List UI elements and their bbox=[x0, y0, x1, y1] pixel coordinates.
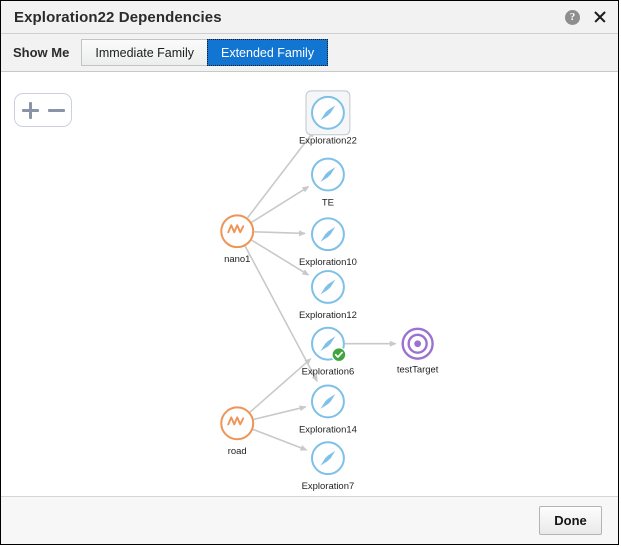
tab-immediate-family[interactable]: Immediate Family bbox=[81, 39, 208, 66]
titlebar-actions: ? bbox=[565, 9, 608, 25]
close-icon[interactable] bbox=[592, 9, 608, 25]
graph-node-road[interactable]: road bbox=[220, 406, 255, 457]
family-tab-group: Immediate Family Extended Family bbox=[81, 39, 329, 66]
dialog-footer: Done bbox=[1, 496, 618, 544]
datasource-node-circle bbox=[220, 214, 255, 249]
graph-node-testTarget[interactable]: testTarget bbox=[397, 327, 439, 376]
zoom-controls bbox=[14, 93, 72, 127]
tab-extended-family[interactable]: Extended Family bbox=[206, 39, 329, 66]
dependency-graph-canvas[interactable]: Exploration22 TE Exploration10 Exploration1… bbox=[1, 72, 618, 496]
graph-node-nano1[interactable]: nano1 bbox=[220, 214, 255, 265]
node-label: Exploration7 bbox=[302, 481, 355, 492]
node-label: Exploration12 bbox=[299, 310, 357, 321]
zoom-out-button[interactable] bbox=[46, 100, 67, 121]
check-badge-icon bbox=[331, 347, 347, 363]
dependencies-dialog: Exploration22 Dependencies ? Show Me Imm… bbox=[0, 0, 619, 545]
node-label: road bbox=[228, 446, 247, 457]
node-label: TE bbox=[322, 197, 334, 208]
graph-node-Exploration7[interactable]: Exploration7 bbox=[302, 441, 355, 492]
dependency-graph[interactable]: Exploration22 TE Exploration10 Exploration1… bbox=[1, 72, 618, 496]
dialog-title: Exploration22 Dependencies bbox=[14, 8, 222, 26]
zoom-in-button[interactable] bbox=[20, 100, 41, 121]
node-label: Exploration10 bbox=[299, 257, 357, 268]
help-circle-icon[interactable]: ? bbox=[565, 9, 580, 25]
graph-edge bbox=[253, 405, 307, 421]
target-node-center-dot bbox=[414, 340, 422, 348]
show-me-label: Show Me bbox=[13, 45, 70, 60]
graph-node-Exploration6[interactable]: Exploration6 bbox=[302, 326, 355, 378]
node-label: testTarget bbox=[397, 365, 439, 376]
node-label: Exploration14 bbox=[299, 424, 357, 435]
graph-nodes: Exploration22 TE Exploration10 Exploration1… bbox=[220, 90, 439, 492]
dialog-titlebar: Exploration22 Dependencies ? bbox=[1, 1, 618, 34]
graph-node-Exploration14[interactable]: Exploration14 bbox=[299, 384, 357, 436]
show-me-toolbar: Show Me Immediate Family Extended Family bbox=[1, 34, 618, 72]
done-button[interactable]: Done bbox=[539, 506, 602, 535]
datasource-node-circle bbox=[220, 406, 255, 441]
graph-edge bbox=[251, 185, 310, 223]
node-label: Exploration22 bbox=[299, 136, 357, 147]
graph-node-TE[interactable]: TE bbox=[310, 157, 345, 209]
node-label: nano1 bbox=[224, 254, 250, 265]
graph-node-Exploration10[interactable]: Exploration10 bbox=[299, 217, 357, 268]
graph-edge bbox=[254, 230, 307, 237]
graph-node-Exploration12[interactable]: Exploration12 bbox=[299, 270, 357, 321]
node-label: Exploration6 bbox=[302, 367, 355, 378]
graph-node-Exploration22[interactable]: Exploration22 bbox=[299, 90, 357, 147]
